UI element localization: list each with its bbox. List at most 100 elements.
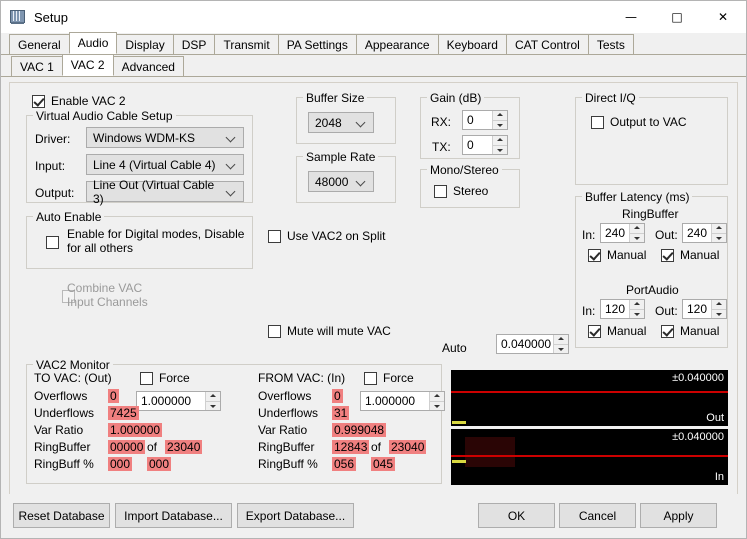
spin-down-icon[interactable] bbox=[712, 308, 726, 319]
auto-value-stepper[interactable]: 0.040000 bbox=[496, 334, 569, 354]
cancel-button[interactable]: Cancel bbox=[559, 503, 636, 528]
spin-up-icon[interactable] bbox=[630, 300, 644, 309]
out-force-stepper[interactable]: 1.000000 bbox=[136, 391, 221, 411]
stereo-row[interactable]: Stereo bbox=[434, 184, 488, 198]
spin-up-icon[interactable] bbox=[712, 224, 726, 233]
ringbuffer-in-spin-buttons[interactable] bbox=[629, 224, 644, 242]
portaudio-in-spin-buttons[interactable] bbox=[629, 300, 644, 318]
import-database-button[interactable]: Import Database... bbox=[115, 503, 232, 528]
spin-up-icon[interactable] bbox=[493, 136, 507, 145]
spin-down-icon[interactable] bbox=[430, 400, 444, 411]
spin-up-icon[interactable] bbox=[206, 392, 220, 401]
gain-tx-stepper[interactable]: 0 bbox=[462, 135, 508, 155]
gain-rx-spin-buttons[interactable] bbox=[492, 111, 507, 129]
out-force-row[interactable]: Force bbox=[140, 371, 190, 385]
auto-spin-buttons[interactable] bbox=[553, 335, 568, 353]
portaudio-in-manual-row[interactable]: Manual bbox=[588, 324, 646, 338]
tab-vac-2[interactable]: VAC 2 bbox=[61, 54, 114, 76]
tab-display[interactable]: Display bbox=[116, 34, 174, 54]
gain-rx-stepper[interactable]: 0 bbox=[462, 110, 508, 130]
out-force-checkbox[interactable] bbox=[140, 371, 153, 385]
output-to-vac-row[interactable]: Output to VAC bbox=[591, 115, 686, 129]
spin-down-icon[interactable] bbox=[630, 308, 644, 319]
mute-will-mute-row[interactable]: Mute will mute VAC bbox=[268, 324, 391, 338]
tab-advanced[interactable]: Advanced bbox=[112, 56, 184, 76]
ringbuffer-in-manual-checkbox[interactable] bbox=[588, 248, 601, 262]
stereo-label: Stereo bbox=[453, 184, 489, 198]
portaudio-in-value[interactable]: 120 bbox=[601, 300, 629, 318]
portaudio-out-manual-row[interactable]: Manual bbox=[661, 324, 719, 338]
input-select[interactable]: Line 4 (Virtual Cable 4) bbox=[86, 154, 244, 175]
tab-transmit[interactable]: Transmit bbox=[214, 34, 279, 54]
driver-select[interactable]: Windows WDM-KS bbox=[86, 127, 244, 148]
enable-vac2-row[interactable]: Enable VAC 2 bbox=[32, 94, 126, 108]
tab-general[interactable]: General bbox=[9, 34, 70, 54]
portaudio-out-spin-buttons[interactable] bbox=[711, 300, 726, 318]
ringbuffer-out-stepper[interactable]: 240 bbox=[682, 223, 727, 243]
apply-button[interactable]: Apply bbox=[640, 503, 717, 528]
ringbuffer-in-value[interactable]: 240 bbox=[601, 224, 629, 242]
export-database-button[interactable]: Export Database... bbox=[237, 503, 354, 528]
ringbuffer-out-manual-checkbox[interactable] bbox=[661, 248, 674, 262]
portaudio-in-stepper[interactable]: 120 bbox=[600, 299, 645, 319]
auto-enable-checkbox[interactable] bbox=[46, 236, 59, 250]
spin-up-icon[interactable] bbox=[630, 224, 644, 233]
row-label-overflows-out: Overflows bbox=[34, 389, 88, 403]
reset-database-button[interactable]: Reset Database bbox=[13, 503, 110, 528]
ringbuffer-in-stepper[interactable]: 240 bbox=[600, 223, 645, 243]
spin-down-icon[interactable] bbox=[493, 144, 507, 155]
spin-down-icon[interactable] bbox=[554, 343, 568, 354]
gain-tx-spin-buttons[interactable] bbox=[492, 136, 507, 154]
tab-audio[interactable]: Audio bbox=[68, 32, 118, 54]
portaudio-out-stepper[interactable]: 120 bbox=[682, 299, 727, 319]
spin-down-icon[interactable] bbox=[712, 232, 726, 243]
sample-rate-select[interactable]: 48000 bbox=[308, 171, 374, 192]
gain-rx-value[interactable]: 0 bbox=[463, 111, 492, 129]
buffer-size-select[interactable]: 2048 bbox=[308, 112, 374, 133]
spin-up-icon[interactable] bbox=[712, 300, 726, 309]
tab-keyboard[interactable]: Keyboard bbox=[437, 34, 507, 54]
spin-down-icon[interactable] bbox=[630, 232, 644, 243]
mute-will-mute-checkbox[interactable] bbox=[268, 324, 281, 338]
output-to-vac-checkbox[interactable] bbox=[591, 115, 604, 129]
in-force-spin-buttons[interactable] bbox=[429, 392, 444, 410]
tab-dsp[interactable]: DSP bbox=[172, 34, 216, 54]
in-force-value[interactable]: 1.000000 bbox=[361, 392, 429, 410]
spin-up-icon[interactable] bbox=[493, 111, 507, 120]
gain-tx-value[interactable]: 0 bbox=[463, 136, 492, 154]
ok-button[interactable]: OK bbox=[478, 503, 555, 528]
spin-up-icon[interactable] bbox=[430, 392, 444, 401]
ringbuffer-out-value[interactable]: 240 bbox=[683, 224, 711, 242]
spin-down-icon[interactable] bbox=[493, 119, 507, 130]
use-vac2-split-row[interactable]: Use VAC2 on Split bbox=[268, 229, 386, 243]
spin-up-icon[interactable] bbox=[554, 335, 568, 344]
use-vac2-split-checkbox[interactable] bbox=[268, 229, 281, 243]
tab-vac-1[interactable]: VAC 1 bbox=[11, 56, 63, 76]
ringbuffer-out-spin-buttons[interactable] bbox=[711, 224, 726, 242]
portaudio-out-manual-checkbox[interactable] bbox=[661, 324, 674, 338]
tab-appearance[interactable]: Appearance bbox=[355, 34, 439, 54]
in-force-checkbox[interactable] bbox=[364, 371, 377, 385]
spin-down-icon[interactable] bbox=[206, 400, 220, 411]
portaudio-in-manual-checkbox[interactable] bbox=[588, 324, 601, 338]
auto-enable-label-line1: Enable for Digital modes, Disable bbox=[67, 227, 245, 241]
tab-pa-settings[interactable]: PA Settings bbox=[277, 34, 357, 54]
in-force-stepper[interactable]: 1.000000 bbox=[360, 391, 445, 411]
minimize-button[interactable]: — bbox=[608, 1, 654, 33]
ringbuffer-in-manual-row[interactable]: Manual bbox=[588, 248, 646, 262]
close-button[interactable]: ✕ bbox=[700, 1, 746, 33]
enable-vac2-checkbox[interactable] bbox=[32, 94, 45, 108]
maximize-button[interactable]: □ bbox=[654, 1, 700, 33]
out-force-spin-buttons[interactable] bbox=[205, 392, 220, 410]
output-label: Output: bbox=[35, 186, 75, 200]
tab-cat-control[interactable]: CAT Control bbox=[505, 34, 589, 54]
out-force-value[interactable]: 1.000000 bbox=[137, 392, 205, 410]
minimize-icon: — bbox=[625, 10, 637, 24]
stereo-checkbox[interactable] bbox=[434, 184, 447, 198]
output-select[interactable]: Line Out (Virtual Cable 3) bbox=[86, 178, 244, 206]
tab-tests[interactable]: Tests bbox=[587, 34, 634, 54]
portaudio-out-value[interactable]: 120 bbox=[683, 300, 711, 318]
in-force-row[interactable]: Force bbox=[364, 371, 414, 385]
auto-value[interactable]: 0.040000 bbox=[497, 335, 553, 353]
ringbuffer-out-manual-row[interactable]: Manual bbox=[661, 248, 719, 262]
